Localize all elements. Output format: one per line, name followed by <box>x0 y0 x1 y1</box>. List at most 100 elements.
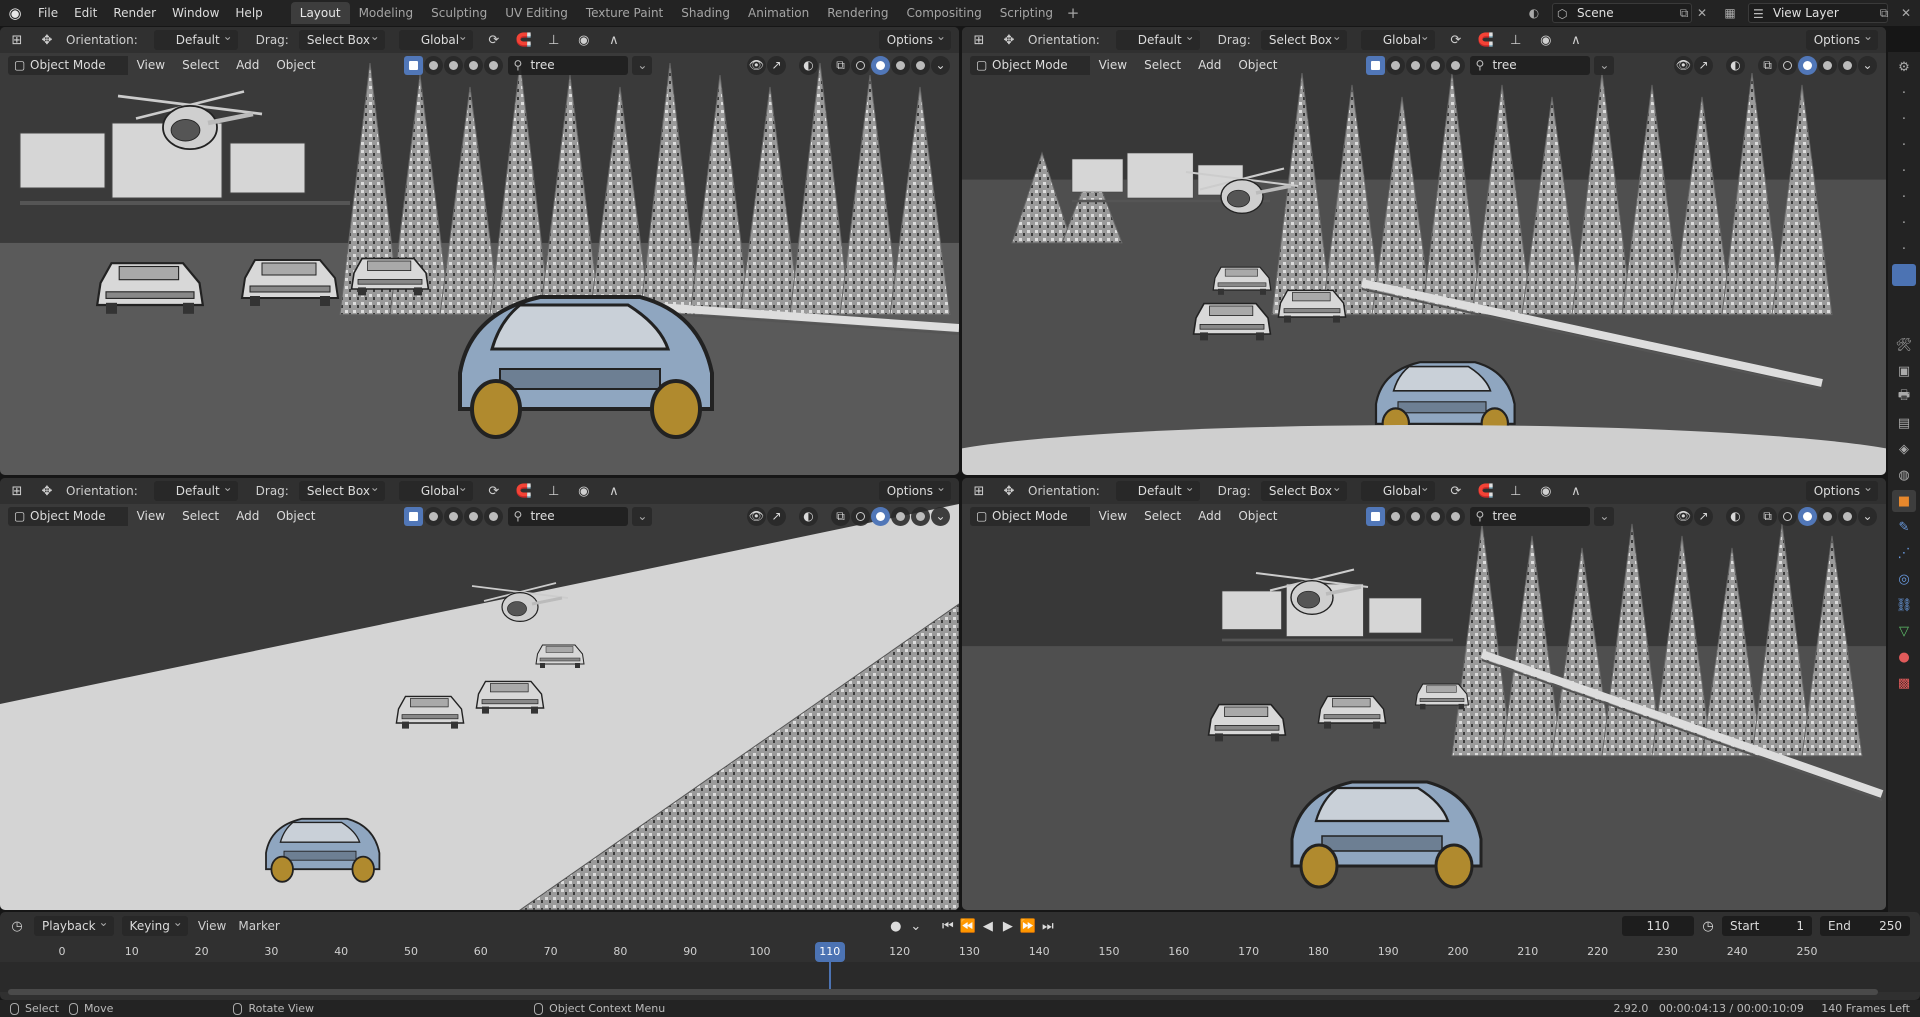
options-dropdown[interactable]: Options <box>878 27 951 50</box>
playback-menu[interactable]: Playback <box>34 912 114 936</box>
filter-object-icon[interactable] <box>404 506 424 526</box>
timeline-marker-menu[interactable]: Marker <box>238 919 279 933</box>
options-dropdown[interactable]: Options <box>1805 478 1878 501</box>
filter-mesh-icon[interactable] <box>424 55 444 75</box>
scene-render[interactable] <box>962 504 1886 910</box>
viewport-bottom-right[interactable]: ⊞ ✥ Orientation: Default Drag: Select Bo… <box>962 478 1886 910</box>
filter-camera-icon[interactable] <box>1426 506 1446 526</box>
add-menu[interactable]: Add <box>1190 507 1229 526</box>
filter-object-icon[interactable] <box>404 55 424 75</box>
transform-orientation-dropdown[interactable]: Global <box>398 478 473 501</box>
orientation-dropdown[interactable]: Default <box>153 27 238 50</box>
visibility-eye-icon[interactable]: 👁 <box>747 55 766 75</box>
search-filter-input[interactable]: ⚲ tree <box>1470 506 1591 526</box>
outliner-dot-icon[interactable]: · <box>1892 238 1916 260</box>
active-tool-icon[interactable]: 🛠 <box>1892 334 1916 356</box>
timeline-view-menu[interactable]: View <box>198 919 226 933</box>
drag-dropdown[interactable]: Select Box <box>298 478 385 501</box>
transform-orientation-dropdown[interactable]: Global <box>1360 27 1435 50</box>
select-menu[interactable]: Select <box>1136 507 1189 526</box>
jump-start-icon[interactable]: ⏮ <box>938 919 958 934</box>
editor-type-icon[interactable]: ⊞ <box>4 30 30 50</box>
snap-target-icon[interactable]: ⊥ <box>541 30 567 50</box>
viewport-top-right[interactable]: ⊞ ✥ Orientation: Default Drag: Select Bo… <box>962 27 1886 475</box>
object-mode-dropdown[interactable]: ▢ Object Mode <box>970 506 1090 526</box>
orientation-dropdown[interactable]: Default <box>153 478 238 501</box>
transform-gizmo-icon[interactable]: ✥ <box>34 30 60 50</box>
object-mode-dropdown[interactable]: ▢ Object Mode <box>970 55 1090 75</box>
texture-icon[interactable]: ▩ <box>1892 672 1916 694</box>
proportional-edit-icon[interactable]: ◉ <box>571 30 597 50</box>
select-menu[interactable]: Select <box>1136 56 1189 75</box>
shading-options-icon[interactable]: ⌄ <box>1858 506 1877 526</box>
timeline-editor[interactable]: ◷ Playback Keying View Marker ● ⌄ ⏮ ⏪ ◀ … <box>0 912 1920 1000</box>
object-data-icon[interactable]: ▽ <box>1892 620 1916 642</box>
filter-mesh-icon[interactable] <box>1386 506 1406 526</box>
filter-mesh-icon[interactable] <box>1386 55 1406 75</box>
outliner-dot-icon[interactable]: · <box>1892 160 1916 182</box>
current-frame-field[interactable]: 110 <box>1622 916 1694 936</box>
filter-dropdown-icon[interactable]: ⌄ <box>1594 506 1615 526</box>
orientation-dropdown[interactable]: Default <box>1115 478 1200 501</box>
view-menu[interactable]: View <box>129 56 173 75</box>
preview-range-icon[interactable]: ◷ <box>1698 919 1718 934</box>
visibility-eye-icon[interactable]: 👁 <box>747 506 766 526</box>
add-workspace-button[interactable]: + <box>1062 4 1084 22</box>
tab-modeling[interactable]: Modeling <box>350 2 423 24</box>
select-menu[interactable]: Select <box>174 56 227 75</box>
shading-options-icon[interactable]: ⌄ <box>931 506 950 526</box>
transform-orientation-dropdown[interactable]: Global <box>1360 478 1435 501</box>
solid-shading-icon[interactable] <box>871 55 890 75</box>
filter-dropdown-icon[interactable]: ⌄ <box>1594 55 1615 75</box>
new-scene-icon[interactable]: ⧉ <box>1676 5 1692 21</box>
jump-end-icon[interactable]: ⏭ <box>1038 919 1058 934</box>
transform-orientation-dropdown[interactable]: Global <box>398 27 473 50</box>
output-icon[interactable]: 🖶 <box>1892 386 1916 408</box>
wireframe-shading-icon[interactable] <box>1778 506 1797 526</box>
falloff-icon[interactable]: ∧ <box>601 30 627 50</box>
solid-shading-icon[interactable] <box>1798 55 1817 75</box>
menu-edit[interactable]: Edit <box>66 0 105 26</box>
viewport-bottom-left[interactable]: ⊞ ✥ Orientation: Default Drag: Select Bo… <box>0 478 959 910</box>
keyframe-track[interactable] <box>0 962 1920 992</box>
view-layer-selector[interactable]: ☰ View Layer <box>1748 3 1888 23</box>
material-icon[interactable]: ● <box>1892 646 1916 668</box>
view-layer-props-icon[interactable]: ▤ <box>1892 412 1916 434</box>
scene-render[interactable] <box>962 53 1886 475</box>
blender-logo-icon[interactable]: ◉ <box>0 0 30 26</box>
menu-render[interactable]: Render <box>105 0 164 26</box>
object-mode-dropdown[interactable]: ▢ Object Mode <box>8 506 128 526</box>
particles-icon[interactable]: ⋰ <box>1892 542 1916 564</box>
outliner-dot-icon[interactable]: · <box>1892 212 1916 234</box>
transform-gizmo-icon[interactable]: ✥ <box>996 30 1022 50</box>
proportional-edit-icon[interactable]: ◉ <box>1533 30 1559 50</box>
rendered-shading-icon[interactable] <box>1838 506 1857 526</box>
viewport-canvas[interactable] <box>0 504 959 910</box>
overlays-icon[interactable]: ◐ <box>799 506 818 526</box>
wireframe-shading-icon[interactable] <box>851 55 870 75</box>
filter-object-icon[interactable] <box>1366 506 1386 526</box>
filter-dropdown-icon[interactable]: ⌄ <box>632 506 653 526</box>
search-filter-input[interactable]: ⚲ tree <box>508 55 629 75</box>
scene-render[interactable] <box>0 53 959 475</box>
scene-render[interactable] <box>0 504 959 910</box>
search-filter-input[interactable]: ⚲ tree <box>508 506 629 526</box>
pivot-point-icon[interactable]: ⟳ <box>1443 30 1469 50</box>
object-menu[interactable]: Object <box>1230 56 1285 75</box>
gizmo-icon[interactable]: ↗ <box>1694 506 1713 526</box>
frame-ruler[interactable]: 0 10 20 30 40 50 60 70 80 90 100 110 120 130 140 150 160… <box>0 942 1920 962</box>
xray-icon[interactable]: ⧉ <box>1758 55 1777 75</box>
falloff-icon[interactable]: ∧ <box>1563 481 1589 501</box>
viewport-canvas[interactable] <box>962 53 1886 475</box>
options-dropdown[interactable]: Options <box>878 478 951 501</box>
add-menu[interactable]: Add <box>1190 56 1229 75</box>
proportional-edit-icon[interactable]: ◉ <box>571 481 597 501</box>
filter-camera-icon[interactable] <box>1426 55 1446 75</box>
wireframe-shading-icon[interactable] <box>1778 55 1797 75</box>
object-props-icon[interactable]: ■ <box>1892 490 1916 512</box>
outliner-dot-icon[interactable]: · <box>1892 186 1916 208</box>
snap-icon[interactable]: 🧲 <box>1473 30 1499 50</box>
gizmo-icon[interactable]: ↗ <box>767 506 786 526</box>
material-shading-icon[interactable] <box>1818 506 1837 526</box>
timeline-scrollbar[interactable] <box>8 989 1878 995</box>
